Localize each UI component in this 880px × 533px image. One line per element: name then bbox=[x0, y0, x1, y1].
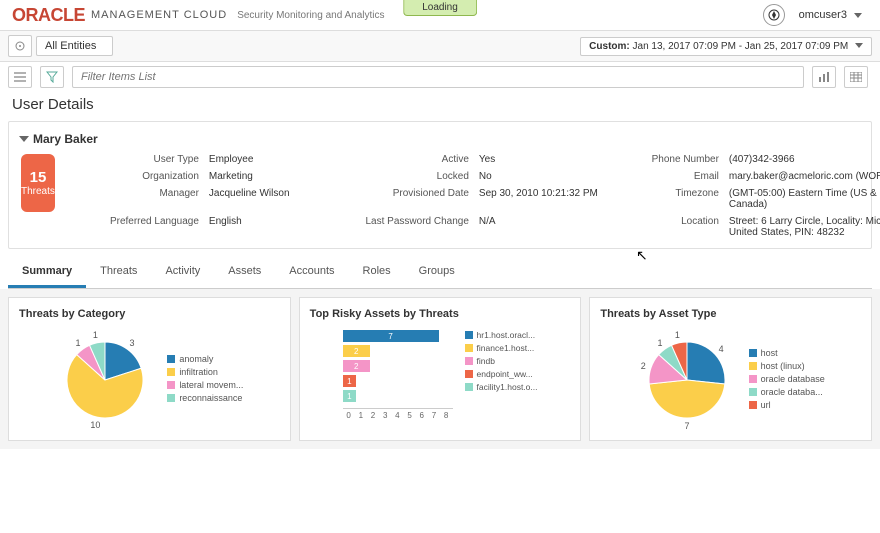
chart-legend: hosthost (linux)oracle databaseoracle da… bbox=[749, 348, 825, 413]
tab-groups[interactable]: Groups bbox=[405, 257, 469, 288]
svg-text:1: 1 bbox=[657, 338, 662, 348]
field-label: Last Password Change bbox=[359, 216, 479, 238]
panel-threats-by-asset-type: Threats by Asset Type 4 7 2 1 1 hosthost (li… bbox=[589, 297, 872, 441]
panel-title: Top Risky Assets by Threats bbox=[310, 308, 571, 320]
field-label: Timezone bbox=[629, 188, 729, 210]
pie-chart: 3 10 1 1 bbox=[55, 330, 155, 430]
user-details-panel: Mary Baker 15 Threats User TypeEmployee … bbox=[8, 121, 872, 249]
field-value: Jacqueline Wilson bbox=[209, 188, 359, 210]
threat-count-badge[interactable]: 15 Threats bbox=[21, 154, 55, 212]
filter-icon[interactable] bbox=[40, 66, 64, 88]
username-label: omcuser3 bbox=[799, 9, 847, 21]
field-value: Yes bbox=[479, 154, 629, 165]
svg-text:7: 7 bbox=[684, 421, 689, 430]
tab-bar: Summary Threats Activity Assets Accounts… bbox=[8, 257, 872, 289]
bar-axis: 012345678 bbox=[343, 408, 453, 420]
field-value: N/A bbox=[479, 216, 629, 238]
bar-chart: 72211 bbox=[343, 330, 453, 402]
field-value: Sep 30, 2010 10:21:32 PM bbox=[479, 188, 629, 210]
threat-count: 15 bbox=[30, 169, 47, 186]
chart-legend: hr1.host.oracl...finance1.host...findben… bbox=[465, 330, 538, 395]
collapse-icon[interactable] bbox=[19, 136, 29, 142]
range-label: Custom: bbox=[589, 41, 630, 52]
field-value: (407)342-3966 bbox=[729, 154, 880, 165]
chevron-down-icon bbox=[855, 43, 863, 48]
compass-icon[interactable] bbox=[763, 4, 785, 26]
field-label: Location bbox=[629, 216, 729, 238]
field-value: Marketing bbox=[209, 171, 359, 182]
user-name: Mary Baker bbox=[33, 132, 98, 146]
threat-label: Threats bbox=[21, 186, 55, 197]
field-label: Organization bbox=[79, 171, 209, 182]
field-label: Manager bbox=[79, 188, 209, 210]
field-value: English bbox=[209, 216, 359, 238]
brand-logo: ORACLE bbox=[12, 5, 85, 26]
target-icon[interactable] bbox=[8, 35, 32, 57]
entity-selector[interactable]: All Entities bbox=[36, 36, 113, 56]
field-label: User Type bbox=[79, 154, 209, 165]
chevron-down-icon bbox=[854, 13, 862, 18]
chart-view-icon[interactable] bbox=[812, 66, 836, 88]
svg-text:10: 10 bbox=[91, 420, 101, 430]
panel-threats-by-category: Threats by Category 3 10 1 1 anomalyinfiltr… bbox=[8, 297, 291, 441]
page-title: User Details bbox=[0, 92, 880, 121]
tab-summary[interactable]: Summary bbox=[8, 257, 86, 288]
tab-activity[interactable]: Activity bbox=[151, 257, 214, 288]
user-menu[interactable]: omcuser3 bbox=[793, 5, 868, 25]
tab-assets[interactable]: Assets bbox=[214, 257, 275, 288]
field-value: No bbox=[479, 171, 629, 182]
panel-title: Threats by Asset Type bbox=[600, 308, 861, 320]
tab-roles[interactable]: Roles bbox=[349, 257, 405, 288]
field-label: Provisioned Date bbox=[359, 188, 479, 210]
field-label: Locked bbox=[359, 171, 479, 182]
svg-text:1: 1 bbox=[675, 330, 680, 340]
tab-accounts[interactable]: Accounts bbox=[275, 257, 348, 288]
field-label: Active bbox=[359, 154, 479, 165]
time-range-selector[interactable]: Custom: Jan 13, 2017 07:09 PM - Jan 25, … bbox=[580, 37, 872, 56]
field-label: Phone Number bbox=[629, 154, 729, 165]
range-value: Jan 13, 2017 07:09 PM - Jan 25, 2017 07:… bbox=[633, 41, 849, 52]
field-value: Employee bbox=[209, 154, 359, 165]
field-value: Street: 6 Larry Circle, Locality: Michig… bbox=[729, 216, 880, 238]
panel-title: Threats by Category bbox=[19, 308, 280, 320]
svg-text:3: 3 bbox=[130, 338, 135, 348]
table-view-icon[interactable] bbox=[844, 66, 868, 88]
loading-badge: Loading bbox=[403, 0, 477, 16]
field-value: mary.baker@acmeloric.com (WORK) bbox=[729, 171, 880, 182]
svg-text:2: 2 bbox=[640, 361, 645, 371]
pie-chart: 4 7 2 1 1 bbox=[637, 330, 737, 430]
product-name: MANAGEMENT CLOUD bbox=[91, 9, 227, 21]
cursor-icon: ↖ bbox=[636, 247, 648, 264]
filter-input[interactable] bbox=[72, 66, 804, 88]
field-value: (GMT-05:00) Eastern Time (US & Canada) bbox=[729, 188, 880, 210]
svg-text:4: 4 bbox=[718, 344, 723, 354]
chart-legend: anomalyinfiltrationlateral movem...recon… bbox=[167, 354, 243, 406]
tab-threats[interactable]: Threats bbox=[86, 257, 151, 288]
subproduct-name: Security Monitoring and Analytics bbox=[237, 10, 384, 21]
hamburger-icon[interactable] bbox=[8, 66, 32, 88]
field-label: Email bbox=[629, 171, 729, 182]
panel-top-risky-assets: Top Risky Assets by Threats 72211 012345… bbox=[299, 297, 582, 441]
svg-text:1: 1 bbox=[93, 330, 98, 340]
svg-text:1: 1 bbox=[76, 338, 81, 348]
field-label: Preferred Language bbox=[79, 216, 209, 238]
